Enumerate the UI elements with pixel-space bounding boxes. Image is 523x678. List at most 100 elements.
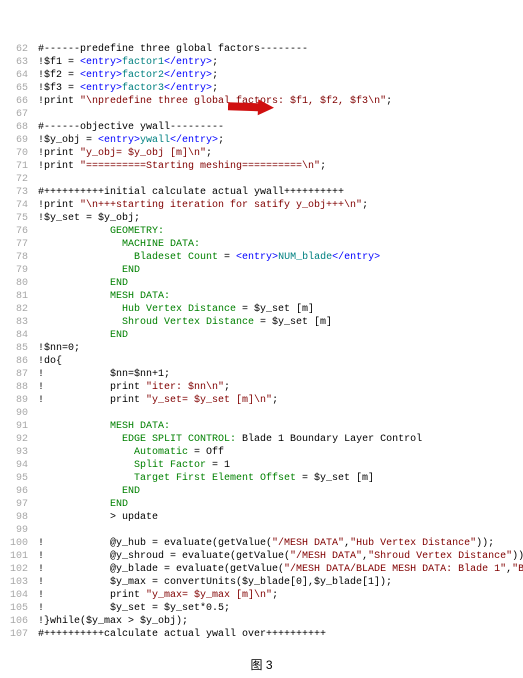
- line-number: 67: [0, 108, 38, 121]
- line-number: 81: [0, 290, 38, 303]
- code-line: 88! print "iter: $nn\n";: [0, 381, 523, 394]
- code-line: 78 Bladeset Count = <entry>NUM_blade</en…: [0, 251, 523, 264]
- line-number: 106: [0, 615, 38, 628]
- code-text: ! print "iter: $nn\n";: [38, 381, 523, 394]
- line-number: 90: [0, 407, 38, 420]
- code-line: 97 END: [0, 498, 523, 511]
- code-line: 63!$f1 = <entry>factor1</entry>;: [0, 56, 523, 69]
- line-number: 76: [0, 225, 38, 238]
- line-number: 80: [0, 277, 38, 290]
- line-number: 99: [0, 524, 38, 537]
- code-text: #++++++++++calculate actual ywall over++…: [38, 628, 523, 641]
- code-text: #------predefine three global factors---…: [38, 43, 523, 56]
- code-text: END: [38, 277, 523, 290]
- code-text: ! $y_max = convertUnits($y_blade[0],$y_b…: [38, 576, 523, 589]
- code-text: !$nn=0;: [38, 342, 523, 355]
- code-text: !$f3 = <entry>factor3</entry>;: [38, 82, 523, 95]
- line-number: 71: [0, 160, 38, 173]
- code-text: END: [38, 498, 523, 511]
- line-number: 75: [0, 212, 38, 225]
- code-line: 69!$y_obj = <entry>ywall</entry>;: [0, 134, 523, 147]
- code-line: 72: [0, 173, 523, 186]
- line-number: 95: [0, 472, 38, 485]
- code-text: !print "y_obj= $y_obj [m]\n";: [38, 147, 523, 160]
- code-line: 85!$nn=0;: [0, 342, 523, 355]
- figure-caption: 图 3: [0, 659, 523, 678]
- code-line: 103! $y_max = convertUnits($y_blade[0],$…: [0, 576, 523, 589]
- line-number: 84: [0, 329, 38, 342]
- line-number: 104: [0, 589, 38, 602]
- line-number: 101: [0, 550, 38, 563]
- line-number: 64: [0, 69, 38, 82]
- line-number: 87: [0, 368, 38, 381]
- code-text: !print "\n+++starting iteration for sati…: [38, 199, 523, 212]
- code-text: Hub Vertex Distance = $y_set [m]: [38, 303, 523, 316]
- code-line: 81 MESH DATA:: [0, 290, 523, 303]
- code-text: [38, 108, 523, 121]
- code-line: 74!print "\n+++starting iteration for sa…: [0, 199, 523, 212]
- code-text: Bladeset Count = <entry>NUM_blade</entry…: [38, 251, 523, 264]
- line-number: 63: [0, 56, 38, 69]
- code-line: 107#++++++++++calculate actual ywall ove…: [0, 628, 523, 641]
- code-text: Split Factor = 1: [38, 459, 523, 472]
- code-text: MACHINE DATA:: [38, 238, 523, 251]
- code-line: 91 MESH DATA:: [0, 420, 523, 433]
- code-text: !print "==========Starting meshing======…: [38, 160, 523, 173]
- line-number: 105: [0, 602, 38, 615]
- code-text: !$f2 = <entry>factor2</entry>;: [38, 69, 523, 82]
- code-line: 75!$y_set = $y_obj;: [0, 212, 523, 225]
- code-line: 84 END: [0, 329, 523, 342]
- code-line: 73#++++++++++initial calculate actual yw…: [0, 186, 523, 199]
- code-text: ! $y_set = $y_set*0.5;: [38, 602, 523, 615]
- code-line: 79 END: [0, 264, 523, 277]
- code-line: 105! $y_set = $y_set*0.5;: [0, 602, 523, 615]
- line-number: 88: [0, 381, 38, 394]
- code-line: 77 MACHINE DATA:: [0, 238, 523, 251]
- code-text: !$y_obj = <entry>ywall</entry>;: [38, 134, 523, 147]
- code-text: !$y_set = $y_obj;: [38, 212, 523, 225]
- code-text: END: [38, 485, 523, 498]
- code-text: [38, 524, 523, 537]
- code-line: 62#------predefine three global factors-…: [0, 43, 523, 56]
- code-text: Target First Element Offset = $y_set [m]: [38, 472, 523, 485]
- code-text: EDGE SPLIT CONTROL: Blade 1 Boundary Lay…: [38, 433, 523, 446]
- code-text: Automatic = Off: [38, 446, 523, 459]
- code-line: 100! @y_hub = evaluate(getValue("/MESH D…: [0, 537, 523, 550]
- line-number: 92: [0, 433, 38, 446]
- code-line: 76 GEOMETRY:: [0, 225, 523, 238]
- code-line: 96 END: [0, 485, 523, 498]
- line-number: 79: [0, 264, 38, 277]
- code-line: 102! @y_blade = evaluate(getValue("/MESH…: [0, 563, 523, 576]
- code-line: 70!print "y_obj= $y_obj [m]\n";: [0, 147, 523, 160]
- code-line: 95 Target First Element Offset = $y_set …: [0, 472, 523, 485]
- code-text: GEOMETRY:: [38, 225, 523, 238]
- line-number: 89: [0, 394, 38, 407]
- code-line: 92 EDGE SPLIT CONTROL: Blade 1 Boundary …: [0, 433, 523, 446]
- code-line: 86!do{: [0, 355, 523, 368]
- line-number: 77: [0, 238, 38, 251]
- line-number: 68: [0, 121, 38, 134]
- code-text: MESH DATA:: [38, 290, 523, 303]
- line-number: 65: [0, 82, 38, 95]
- code-text: ! @y_hub = evaluate(getValue("/MESH DATA…: [38, 537, 523, 550]
- line-number: 100: [0, 537, 38, 550]
- line-number: 74: [0, 199, 38, 212]
- code-text: ! @y_shroud = evaluate(getValue("/MESH D…: [38, 550, 523, 563]
- code-line: 64!$f2 = <entry>factor2</entry>;: [0, 69, 523, 82]
- code-listing: 62#------predefine three global factors-…: [0, 0, 523, 641]
- code-text: END: [38, 329, 523, 342]
- code-text: MESH DATA:: [38, 420, 523, 433]
- code-text: !print "\npredefine three global factors…: [38, 95, 523, 108]
- code-line: 87! $nn=$nn+1;: [0, 368, 523, 381]
- code-text: [38, 407, 523, 420]
- code-text: ! $nn=$nn+1;: [38, 368, 523, 381]
- line-number: 93: [0, 446, 38, 459]
- line-number: 72: [0, 173, 38, 186]
- code-line: 98 > update: [0, 511, 523, 524]
- code-text: ! print "y_max= $y_max [m]\n";: [38, 589, 523, 602]
- line-number: 78: [0, 251, 38, 264]
- code-text: #------objective ywall---------: [38, 121, 523, 134]
- line-number: 83: [0, 316, 38, 329]
- code-line: 82 Hub Vertex Distance = $y_set [m]: [0, 303, 523, 316]
- code-line: 90: [0, 407, 523, 420]
